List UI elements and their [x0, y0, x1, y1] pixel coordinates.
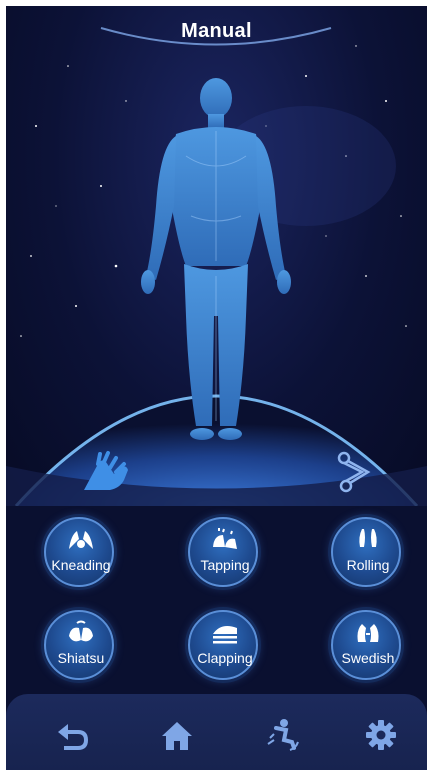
clapping-hands-icon	[213, 626, 237, 644]
home-icon[interactable]	[158, 718, 196, 752]
app-screen: Manual Kneading Tapping Rolling Shiatsu …	[6, 6, 427, 770]
human-body-figure	[141, 78, 291, 440]
mode-swedish-button[interactable]: Swedish	[331, 610, 401, 680]
mode-clapping-button[interactable]: Clapping	[188, 610, 258, 680]
mode-label: Kneading	[51, 557, 111, 573]
shiatsu-hands-icon	[69, 620, 93, 642]
rolling-hands-icon	[359, 529, 377, 547]
hand-massage-icon[interactable]	[80, 450, 136, 494]
bottom-tab-bar	[6, 694, 427, 770]
page-title: Manual	[181, 20, 252, 42]
mode-label: Clapping	[197, 650, 253, 666]
route-track-icon[interactable]	[336, 450, 376, 494]
mode-rolling-button[interactable]: Rolling	[331, 517, 401, 587]
body-view: Manual	[6, 6, 427, 506]
mode-kneading-button[interactable]: Kneading	[44, 517, 114, 587]
kneading-hands-icon	[69, 531, 93, 549]
mode-label: Shiatsu	[57, 650, 105, 666]
leg-massage-icon[interactable]	[264, 718, 302, 752]
mode-label: Tapping	[200, 557, 250, 573]
back-icon[interactable]	[54, 718, 92, 752]
mode-shiatsu-button[interactable]: Shiatsu	[44, 610, 114, 680]
mode-tapping-button[interactable]: Tapping	[188, 517, 258, 587]
mode-label: Rolling	[346, 557, 390, 573]
mode-label: Swedish	[341, 650, 395, 666]
settings-gear-icon[interactable]	[362, 718, 400, 752]
swedish-hands-icon	[357, 624, 379, 642]
tapping-hands-icon	[213, 528, 237, 549]
massage-mode-grid: Kneading Tapping Rolling Shiatsu Clappin…	[6, 506, 427, 696]
